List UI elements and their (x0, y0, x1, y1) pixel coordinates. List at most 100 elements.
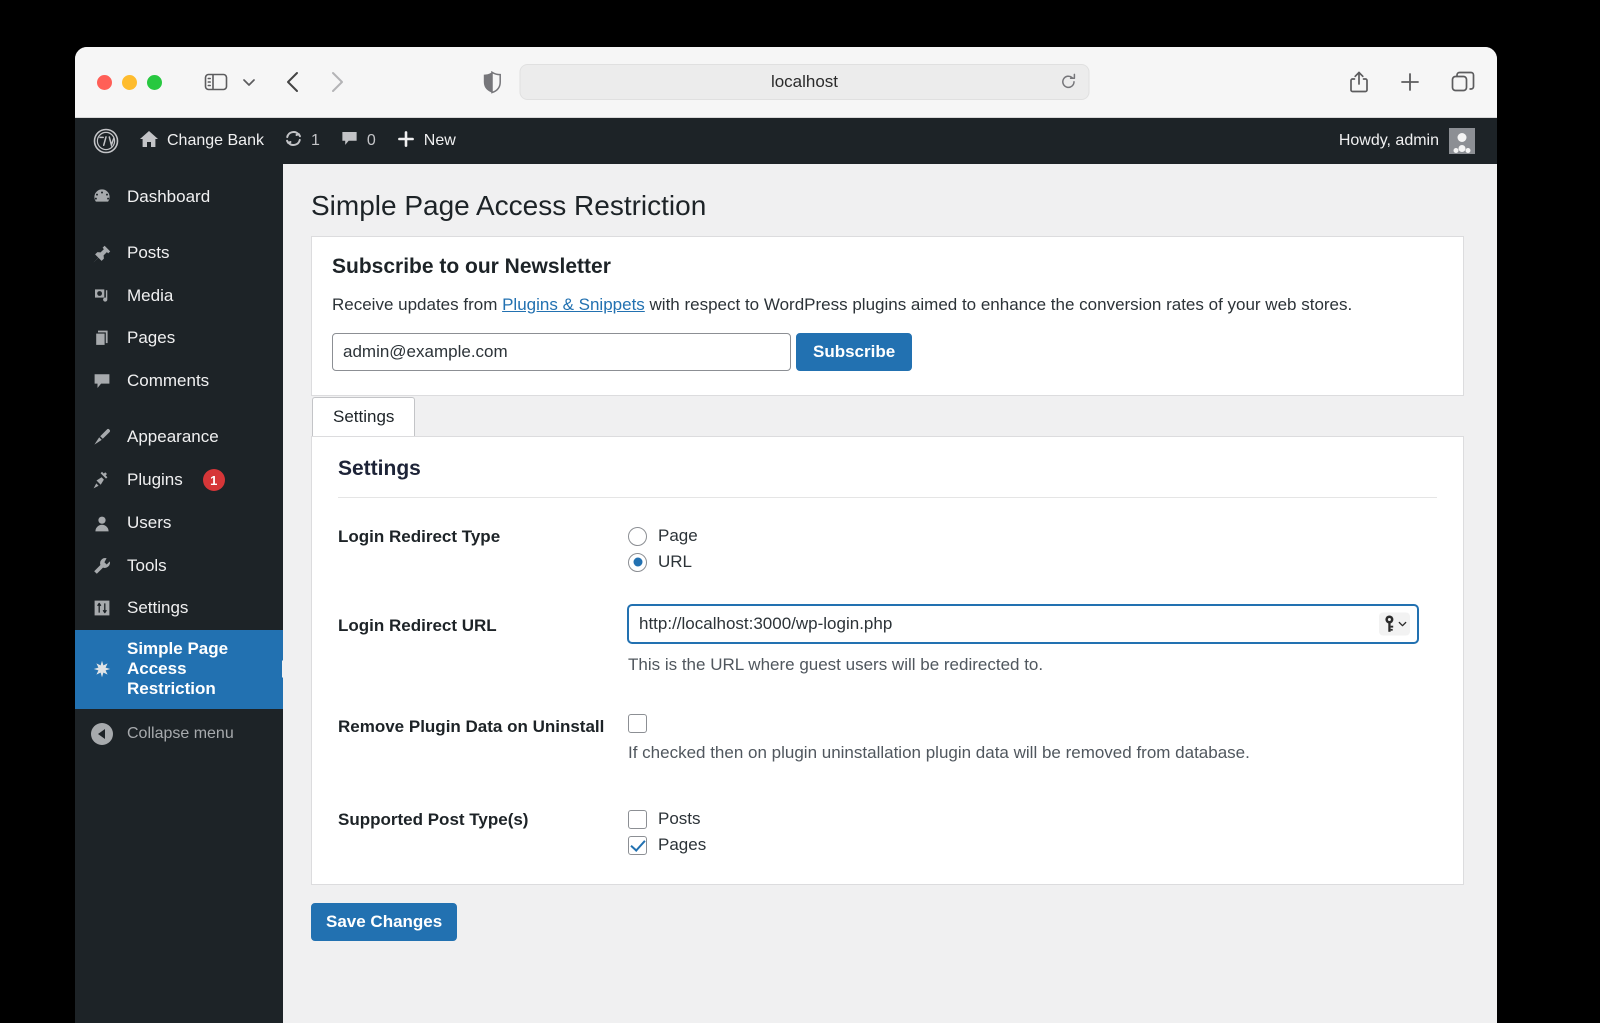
forward-arrow-icon[interactable] (330, 71, 344, 93)
share-icon[interactable] (1349, 70, 1369, 94)
plugins-and-snippets-link[interactable]: Plugins & Snippets (502, 295, 645, 314)
site-name-menu[interactable]: Change Bank (129, 118, 274, 164)
minimize-window-button[interactable] (122, 75, 137, 90)
remove-plugin-data-checkbox[interactable] (628, 714, 647, 733)
checkbox-option-pages[interactable]: Pages (628, 832, 1437, 858)
account-menu[interactable]: Howdy, admin (1339, 128, 1479, 154)
comment-bubble-icon (91, 371, 113, 391)
sidebar-item-pages[interactable]: Pages (75, 317, 283, 359)
sidebar-item-label: Pages (127, 328, 175, 348)
updates-count: 1 (311, 132, 320, 150)
sidebar-item-label: Tools (127, 556, 167, 576)
settings-sliders-icon (91, 598, 113, 618)
maximize-window-button[interactable] (147, 75, 162, 90)
sidebar-item-comments[interactable]: Comments (75, 360, 283, 402)
new-content-menu[interactable]: New (386, 118, 466, 164)
sidebar-item-label: Plugins (127, 470, 183, 490)
login-redirect-url-input[interactable] (628, 605, 1418, 643)
sidebar-item-appearance[interactable]: Appearance (75, 416, 283, 458)
new-label: New (424, 132, 456, 150)
login-redirect-url-help: This is the URL where guest users will b… (628, 655, 1437, 675)
menu-separator (75, 218, 283, 232)
posts-label: Posts (658, 809, 701, 829)
sidebar-item-simple-page-access-restriction[interactable]: Simple Page Access Restriction (75, 630, 283, 709)
tab-strip: Settings (311, 397, 1464, 436)
plus-icon[interactable] (1399, 71, 1421, 93)
sidebar-item-label: Settings (127, 598, 188, 618)
save-bar: Save Changes (311, 885, 1464, 941)
updates-menu[interactable]: 1 (274, 118, 330, 164)
key-icon[interactable] (1379, 613, 1410, 636)
checkbox-option-posts[interactable]: Posts (628, 806, 1437, 832)
collapse-menu-button[interactable]: Collapse menu (75, 709, 283, 759)
wp-admin-bar: Change Bank 1 0 (75, 118, 1497, 164)
settings-heading: Settings (338, 457, 1437, 481)
comments-menu[interactable]: 0 (330, 118, 386, 164)
sidebar-item-media[interactable]: Media (75, 275, 283, 317)
radio-url-input[interactable] (628, 553, 647, 572)
save-changes-button[interactable]: Save Changes (311, 903, 457, 941)
shield-icon[interactable] (483, 71, 502, 94)
browser-chrome: localhost (75, 47, 1497, 118)
pin-icon (91, 244, 113, 264)
home-icon (139, 129, 159, 154)
close-window-button[interactable] (97, 75, 112, 90)
sidebar-item-label: Users (127, 513, 171, 533)
newsletter-email-input[interactable] (332, 333, 791, 371)
navigation-buttons (286, 71, 344, 93)
back-arrow-icon[interactable] (286, 71, 300, 93)
menu-separator (75, 402, 283, 416)
tab-overview-icon[interactable] (1451, 71, 1475, 93)
radio-option-page[interactable]: Page (628, 523, 1437, 549)
sidebar-item-label: Simple Page Access Restriction (127, 639, 277, 700)
newsletter-desc-after: with respect to WordPress plugins aimed … (645, 295, 1352, 314)
collapse-menu-label: Collapse menu (127, 725, 234, 743)
address-bar-area: localhost (483, 64, 1090, 100)
sidebar-item-users[interactable]: Users (75, 502, 283, 544)
login-redirect-type-row: Login Redirect Type Page URL (338, 498, 1437, 575)
plug-icon (91, 470, 113, 490)
remove-plugin-data-help: If checked then on plugin uninstallation… (628, 743, 1437, 763)
sidebar-toggle-icon[interactable] (204, 72, 228, 92)
sidebar-item-label: Comments (127, 371, 209, 391)
wrench-icon (91, 556, 113, 576)
plus-icon (396, 129, 416, 154)
wordpress-logo-icon[interactable] (89, 118, 129, 164)
browser-window: localhost (75, 47, 1497, 1023)
dashboard-icon (91, 187, 113, 207)
tab-settings[interactable]: Settings (312, 397, 415, 436)
comment-bubble-icon (340, 129, 359, 153)
pages-icon (91, 328, 113, 348)
chevron-down-icon (1398, 621, 1407, 628)
checkbox-option-remove-plugin-data[interactable] (628, 713, 1437, 733)
login-redirect-type-label: Login Redirect Type (338, 523, 628, 550)
plugins-update-badge: 1 (203, 469, 225, 491)
site-name-label: Change Bank (167, 132, 264, 150)
subscribe-button[interactable]: Subscribe (796, 333, 912, 371)
radio-page-label: Page (658, 526, 698, 546)
reload-icon[interactable] (1061, 73, 1077, 91)
url-text: localhost (771, 72, 838, 92)
newsletter-title: Subscribe to our Newsletter (332, 255, 1443, 279)
radio-page-input[interactable] (628, 527, 647, 546)
sidebar-item-dashboard[interactable]: Dashboard (75, 176, 283, 218)
main-content: Simple Page Access Restriction Subscribe… (283, 164, 1497, 1023)
sidebar-item-settings[interactable]: Settings (75, 587, 283, 629)
howdy-label: Howdy, admin (1339, 132, 1439, 150)
login-redirect-url-row: Login Redirect URL (338, 575, 1437, 675)
radio-option-url[interactable]: URL (628, 549, 1437, 575)
supported-post-types-row: Supported Post Type(s) Posts Pages (338, 763, 1437, 858)
pages-label: Pages (658, 835, 706, 855)
media-icon (91, 286, 113, 306)
comments-count: 0 (367, 132, 376, 150)
url-bar[interactable]: localhost (520, 64, 1090, 100)
posts-checkbox[interactable] (628, 810, 647, 829)
settings-panel: Settings Login Redirect Type Page URL (311, 436, 1464, 885)
newsletter-desc-before: Receive updates from (332, 295, 502, 314)
user-icon (91, 514, 113, 534)
sidebar-item-plugins[interactable]: Plugins 1 (75, 458, 283, 502)
chevron-down-icon[interactable] (242, 77, 256, 87)
sidebar-item-posts[interactable]: Posts (75, 232, 283, 274)
sidebar-item-tools[interactable]: Tools (75, 545, 283, 587)
pages-checkbox[interactable] (628, 836, 647, 855)
